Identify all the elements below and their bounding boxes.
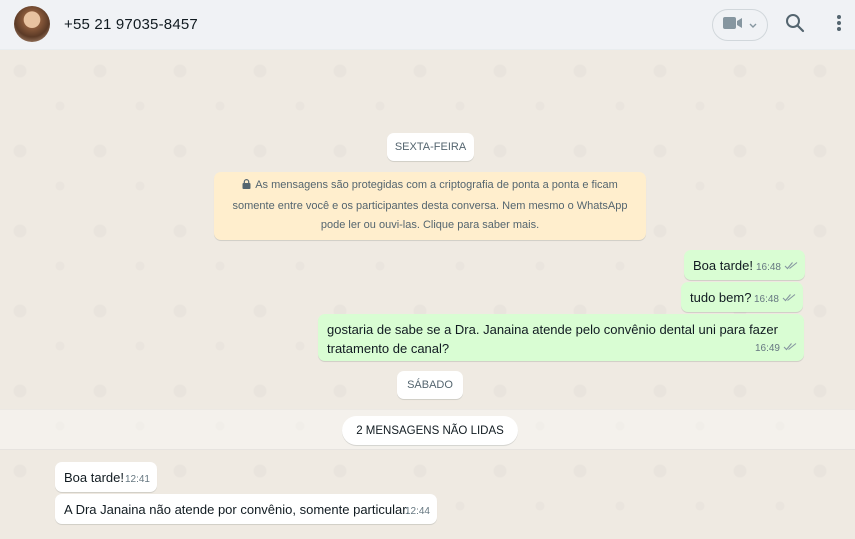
outgoing-message[interactable]: tudo bem? 16:48 (681, 282, 803, 312)
search-icon (785, 13, 805, 38)
read-ticks-icon (783, 339, 797, 358)
message-meta: 16:48 (754, 290, 796, 309)
video-call-button[interactable] (712, 9, 768, 41)
message-text: tudo bem? (690, 290, 752, 305)
message-text-line: tratamento de canal? (327, 341, 450, 356)
date-separator-saturday: SÁBADO (397, 371, 463, 399)
search-button[interactable] (783, 13, 807, 37)
message-meta: 16:49 (755, 339, 797, 358)
message-time: 16:48 (753, 294, 779, 305)
message-text: gostaria de sabe se a Dra. Janaina atend… (327, 320, 778, 358)
chat-area[interactable]: SEXTA-FEIRA As mensagens são protegidas … (0, 51, 855, 539)
encryption-notice[interactable]: As mensagens são protegidas com a cripto… (214, 172, 646, 240)
date-separator-friday: SEXTA-FEIRA (387, 133, 474, 161)
outgoing-message[interactable]: Boa tarde! 16:48 (684, 250, 805, 280)
video-call-icon (723, 16, 743, 35)
menu-dots-icon (836, 14, 842, 37)
message-time: 16:48 (755, 262, 781, 273)
incoming-message[interactable]: Boa tarde! 12:41 (55, 462, 157, 492)
read-ticks-icon (784, 258, 798, 277)
chevron-down-icon (749, 16, 757, 34)
contact-avatar[interactable] (14, 6, 50, 42)
message-text: Boa tarde! (64, 470, 124, 485)
message-text: A Dra Janaina não atende por convênio, s… (64, 502, 410, 517)
message-time: 12:44 (404, 506, 430, 517)
message-meta: 12:41 (125, 470, 150, 489)
outgoing-message[interactable]: gostaria de sabe se a Dra. Janaina atend… (318, 314, 804, 361)
contact-name[interactable]: +55 21 97035-8457 (64, 16, 198, 33)
read-ticks-icon (782, 290, 796, 309)
incoming-message[interactable]: A Dra Janaina não atende por convênio, s… (55, 494, 437, 524)
menu-button[interactable] (827, 13, 851, 37)
encryption-notice-text: As mensagens são protegidas com a cripto… (232, 179, 628, 231)
message-time: 12:41 (124, 474, 150, 485)
message-time: 16:49 (754, 343, 780, 354)
message-meta: 16:48 (756, 258, 798, 277)
unread-messages-badge: 2 MENSAGENS NÃO LIDAS (342, 416, 518, 445)
message-meta: 12:44 (405, 502, 430, 521)
message-text-line: gostaria de sabe se a Dra. Janaina atend… (327, 322, 778, 337)
message-text: Boa tarde! (693, 258, 753, 273)
lock-icon (242, 177, 251, 197)
chat-header: +55 21 97035-8457 (0, 0, 855, 50)
